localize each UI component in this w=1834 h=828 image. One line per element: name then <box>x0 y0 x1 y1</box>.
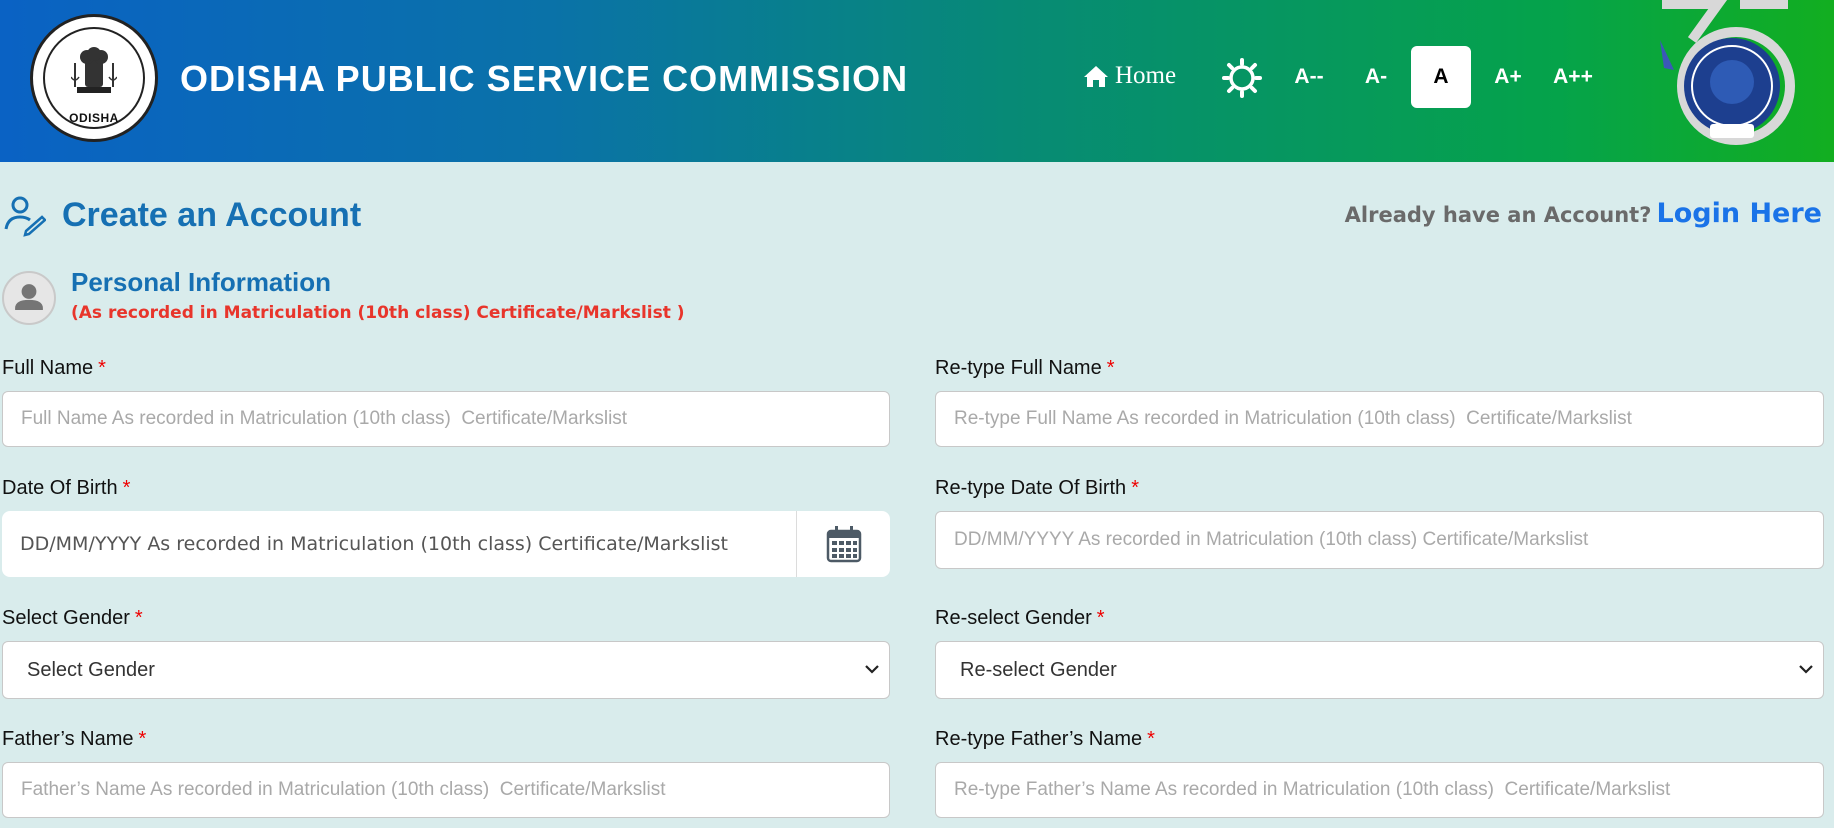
required-marker: * <box>1096 607 1105 629</box>
font-size-larger-button[interactable]: A+ <box>1488 46 1528 108</box>
lion-emblem-icon <box>71 47 117 93</box>
theme-toggle-icon[interactable] <box>1222 58 1262 98</box>
required-marker: * <box>138 728 147 750</box>
seal-label: ODISHA <box>69 111 119 125</box>
full-name-label: Full Name * <box>2 357 106 380</box>
75-years-anniversary-logo <box>1660 0 1795 145</box>
font-size-smallest-button[interactable]: A-- <box>1286 46 1332 108</box>
calendar-button[interactable] <box>797 511 890 577</box>
section-title: Personal Information <box>71 267 332 297</box>
home-link[interactable]: Home <box>1083 62 1176 90</box>
font-size-smaller-button[interactable]: A- <box>1356 46 1396 108</box>
regender-label-text: Re-select Gender <box>935 607 1092 629</box>
regender-label: Re-select Gender * <box>935 607 1105 630</box>
full-name-input[interactable] <box>2 391 890 447</box>
gender-select-value: Select Gender <box>27 658 155 681</box>
chevron-down-icon <box>1799 665 1813 674</box>
gender-label: Select Gender * <box>2 607 143 630</box>
dob-label-text: Date Of Birth <box>2 477 118 499</box>
retype-full-name-label-text: Re-type Full Name <box>935 357 1102 379</box>
regender-select-value: Re-select Gender <box>960 658 1117 681</box>
retype-dob-input[interactable] <box>935 511 1824 569</box>
regender-select[interactable]: Re-select Gender <box>935 641 1824 699</box>
required-marker: * <box>134 607 143 629</box>
page-title: Create an Account <box>62 196 362 234</box>
gender-label-text: Select Gender <box>2 607 130 629</box>
login-prompt: Already have an Account? Login Here <box>1345 198 1822 229</box>
dob-label: Date Of Birth * <box>2 477 130 500</box>
required-marker: * <box>1106 357 1115 379</box>
chevron-down-icon <box>865 665 879 674</box>
retype-father-name-input[interactable] <box>935 762 1824 818</box>
login-link[interactable]: Login Here <box>1657 198 1823 229</box>
site-header: ODISHA ODISHA PUBLIC SERVICE COMMISSION … <box>0 0 1834 162</box>
font-size-normal-button[interactable]: A <box>1411 46 1471 108</box>
font-size-largest-button[interactable]: A++ <box>1548 46 1598 108</box>
dob-input-group <box>2 511 890 577</box>
father-name-label: Father’s Name * <box>2 728 146 751</box>
login-prompt-text: Already have an Account? <box>1344 203 1652 227</box>
dob-input[interactable] <box>2 511 796 577</box>
gender-select[interactable]: Select Gender <box>2 641 890 699</box>
calendar-icon <box>826 526 861 563</box>
required-marker: * <box>122 477 131 499</box>
home-icon <box>1084 66 1108 87</box>
father-name-input[interactable] <box>2 762 890 818</box>
opsc-seal-logo: ODISHA <box>30 14 158 142</box>
user-edit-icon <box>4 196 46 237</box>
required-marker: * <box>98 357 106 379</box>
retype-father-name-label: Re-type Father’s Name * <box>935 728 1155 751</box>
user-avatar-icon <box>2 271 56 325</box>
required-marker: * <box>1147 728 1155 750</box>
page-heading-row: Create an Account Already have an Accoun… <box>0 192 1834 242</box>
retype-full-name-label: Re-type Full Name * <box>935 357 1115 380</box>
section-note: (As recorded in Matriculation (10th clas… <box>71 303 685 323</box>
home-label: Home <box>1115 62 1177 89</box>
required-marker: * <box>1131 477 1139 499</box>
father-name-label-text: Father’s Name <box>2 728 134 750</box>
retype-full-name-input[interactable] <box>935 391 1824 447</box>
retype-father-name-label-text: Re-type Father’s Name <box>935 728 1143 750</box>
site-title[interactable]: ODISHA PUBLIC SERVICE COMMISSION <box>180 58 908 100</box>
retype-dob-label-text: Re-type Date Of Birth <box>935 477 1127 499</box>
retype-dob-label: Re-type Date Of Birth * <box>935 477 1139 500</box>
full-name-label-text: Full Name <box>2 357 94 379</box>
